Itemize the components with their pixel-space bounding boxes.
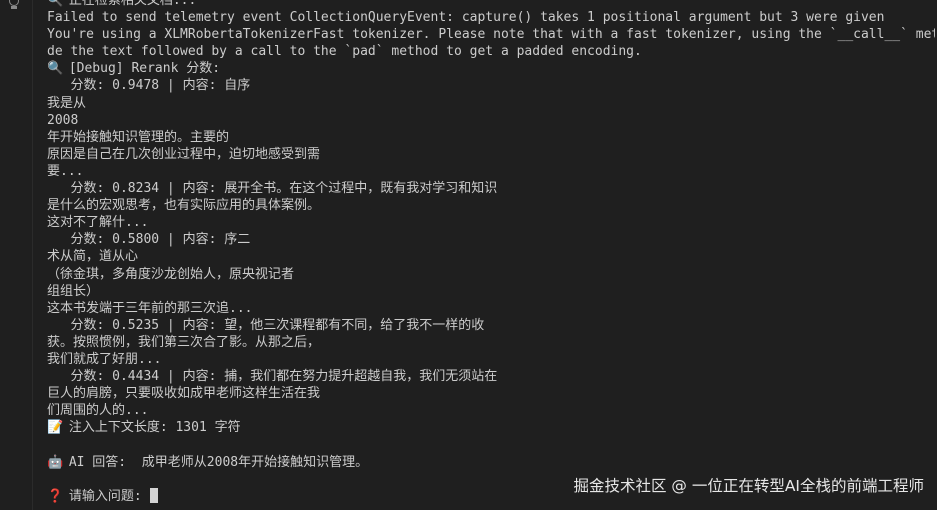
terminal-line-text: 们周围的人的... [47, 403, 149, 419]
terminal-line-text: 获。按照惯例，我们第三次合了影。从那之后， [47, 334, 321, 350]
terminal-line: 🔍 正在检索相关文档... [47, 0, 935, 9]
terminal-line-text: de the text followed by a call to the `p… [47, 44, 642, 60]
text-cursor[interactable] [150, 487, 159, 503]
terminal-line: 2008 [47, 112, 935, 129]
question-mark-icon: ❓ [47, 488, 64, 504]
terminal-line: 分数: 0.5235 | 内容: 望，他三次课程都有不同，给了我不一样的收 [47, 317, 935, 334]
terminal-line: 分数: 0.9478 | 内容: 自序 [47, 77, 935, 94]
terminal-line-text: 原因是自己在几次创业过程中，迫切地感受到需 [47, 146, 321, 162]
terminal-line: 我是从 [47, 95, 935, 112]
line-icon: 📝 [47, 420, 64, 436]
input-prompt-label: 请输入问题: [68, 488, 150, 504]
terminal-line-text: 正在检索相关文档... [68, 0, 197, 8]
terminal-line: You're using a XLMRobertaTokenizerFast t… [47, 26, 935, 43]
terminal-output[interactable]: 🔍 正在检索相关文档... Failed to send telemetry ev… [47, 0, 935, 510]
terminal-line-text: 分数: 0.4434 | 内容: 捕，我们都在努力提升超越自我，我们无须站在 [47, 369, 498, 385]
terminal-line-text: 分数: 0.5800 | 内容: 序二 [47, 232, 251, 248]
terminal-line-text: Failed to send telemetry event Collectio… [47, 10, 885, 26]
terminal-line: 分数: 0.8234 | 内容: 展开全书。在这个过程中，既有我对学习和知识 [47, 180, 935, 197]
terminal-line: 是什么的宏观思考，也有实际应用的具体案例。 [47, 197, 935, 214]
terminal-line-text: 巨人的肩膀，只要吸收如成甲老师这样生活在我 [47, 386, 321, 402]
terminal-line-text: 术从简，道从心 [47, 249, 139, 265]
terminal-line: 巨人的肩膀，只要吸收如成甲老师这样生活在我 [47, 385, 935, 402]
terminal-line: 原因是自己在几次创业过程中，迫切地感受到需 [47, 146, 935, 163]
editor-gutter [0, 0, 34, 510]
terminal-line-text: You're using a XLMRobertaTokenizerFast t… [47, 27, 935, 43]
line-icon: 🔍 [47, 0, 64, 8]
watermark: 掘金技术社区 @ 一位正在转型AI全栈的前端工程师 [573, 477, 924, 495]
terminal-line: 这本书发端于三年前的那三次追... [47, 300, 935, 317]
line-icon: 🤖 [47, 454, 64, 470]
terminal-line-text: 分数: 0.9478 | 内容: 自序 [47, 78, 251, 94]
terminal-line-text: 这本书发端于三年前的那三次追... [47, 300, 253, 316]
terminal-line: 这对不了解什... [47, 214, 935, 231]
terminal-line: 获。按照惯例，我们第三次合了影。从那之后， [47, 334, 935, 351]
terminal-line: 🤖 AI 回答: 成甲老师从2008年开始接触知识管理。 [47, 454, 935, 471]
terminal-line-text: （徐金琪，多角度沙龙创始人，原央视记者 [47, 266, 295, 282]
terminal-line: （徐金琪，多角度沙龙创始人，原央视记者 [47, 266, 935, 283]
terminal-line-text: 这对不了解什... [47, 215, 149, 231]
terminal-line-text: 我是从 [47, 95, 87, 111]
terminal-line-text: 注入上下文长度: 1301 字符 [68, 420, 241, 436]
terminal-line: 我们就成了好朋... [47, 351, 935, 368]
terminal-line-text: 年开始接触知识管理的。主要的 [47, 129, 230, 145]
terminal-line-text: 是什么的宏观思考，也有实际应用的具体案例。 [47, 198, 321, 214]
terminal-line-text: 组组长） [47, 283, 100, 299]
terminal-line: de the text followed by a call to the `p… [47, 43, 935, 60]
line-icon: 🔍 [47, 61, 64, 77]
terminal-line: 分数: 0.5800 | 内容: 序二 [47, 231, 935, 248]
terminal-line-text: [Debug] Rerank 分数: [68, 61, 221, 77]
terminal-line-text: 分数: 0.8234 | 内容: 展开全书。在这个过程中，既有我对学习和知识 [47, 181, 498, 197]
terminal-line: 分数: 0.4434 | 内容: 捕，我们都在努力提升超越自我，我们无须站在 [47, 368, 935, 385]
terminal-line: 要... [47, 163, 935, 180]
terminal-line-text: 我们就成了好朋... [47, 351, 162, 367]
terminal-line-text: AI 回答: 成甲老师从2008年开始接触知识管理。 [68, 454, 369, 470]
terminal-line-text: 2008 [47, 112, 79, 128]
terminal-line: Failed to send telemetry event Collectio… [47, 9, 935, 26]
gutter-divider [32, 0, 33, 510]
terminal-line-text: 要... [47, 163, 84, 179]
terminal-line: 年开始接触知识管理的。主要的 [47, 129, 935, 146]
lightbulb-base [11, 6, 17, 9]
terminal-line: 组组长） [47, 283, 935, 300]
terminal-line: 们周围的人的... [47, 402, 935, 419]
terminal-line: 术从简，道从心 [47, 248, 935, 265]
terminal-line: 🔍 [Debug] Rerank 分数: [47, 60, 935, 77]
terminal-line-text: 分数: 0.5235 | 内容: 望，他三次课程都有不同，给了我不一样的收 [47, 317, 485, 333]
terminal-line: 📝 注入上下文长度: 1301 字符 [47, 419, 935, 436]
